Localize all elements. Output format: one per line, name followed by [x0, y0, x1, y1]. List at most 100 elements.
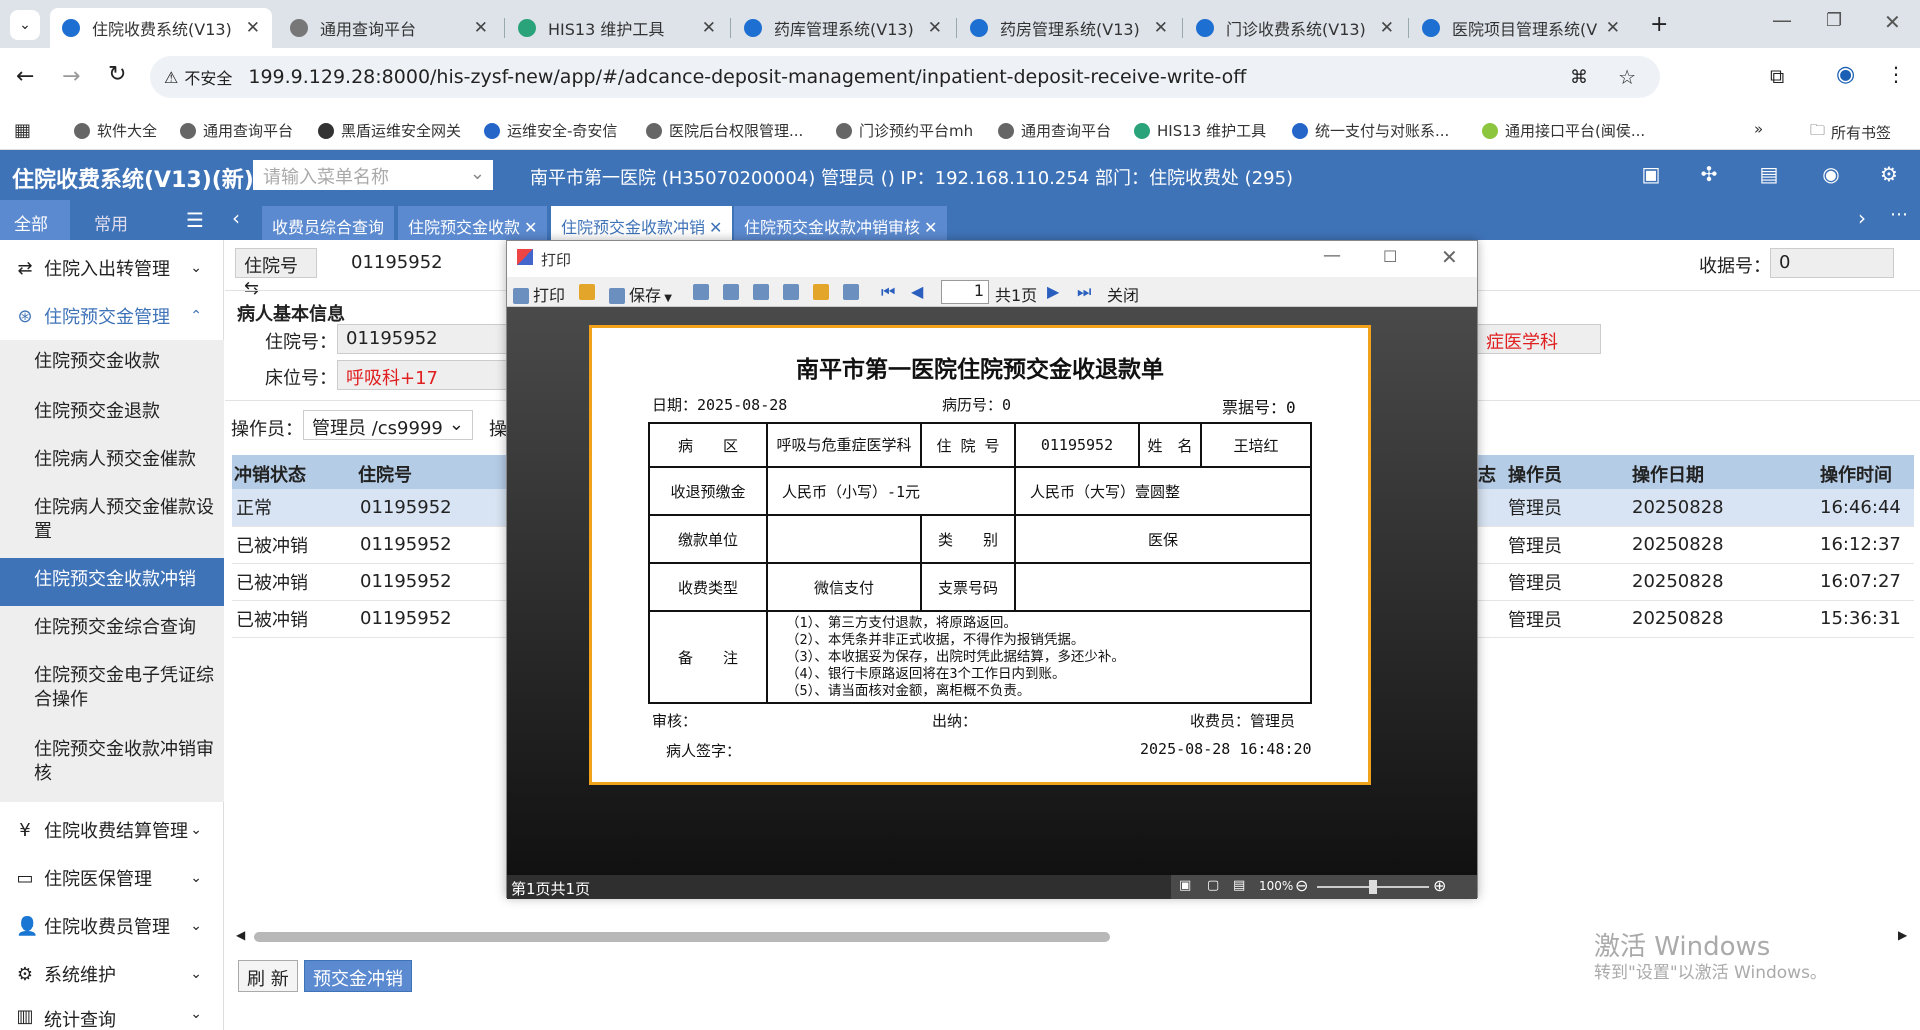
- eye-icon[interactable]: ◉: [1818, 162, 1844, 188]
- bookmark-1[interactable]: 软件大全: [74, 120, 157, 141]
- apps-grid-icon[interactable]: ▦: [14, 120, 31, 141]
- close-icon[interactable]: ✕: [924, 218, 937, 237]
- bookmark-10[interactable]: 通用接口平台(闽侯...: [1482, 120, 1645, 141]
- print-button[interactable]: 打印: [513, 282, 565, 306]
- bookmark-3[interactable]: 黑盾运维安全网关: [318, 120, 461, 141]
- tabs-more-icon[interactable]: ⋯: [1890, 204, 1908, 225]
- sidebar-item-deposit-urge[interactable]: 住院病人预交金催款: [0, 438, 224, 486]
- table-row[interactable]: 管理员 20250828 16:12:37: [1478, 526, 1914, 564]
- browser-tab-zysf[interactable]: 住院收费系统(V13) ✕: [50, 8, 272, 48]
- edit-icon[interactable]: [813, 282, 833, 301]
- open-folder-icon[interactable]: [579, 282, 599, 301]
- close-icon[interactable]: ✕: [524, 218, 537, 237]
- browser-tab-his13[interactable]: HIS13 维护工具 ✕: [506, 8, 728, 48]
- sidebar-group-stats[interactable]: ▥ 统计查询 ⌄: [0, 998, 224, 1030]
- view-icon[interactable]: ▤: [1233, 878, 1245, 893]
- query-value-input[interactable]: 01195952: [351, 252, 443, 273]
- col-flag[interactable]: 志: [1478, 461, 1496, 487]
- next-page-icon[interactable]: ▶: [1047, 282, 1059, 301]
- profile-icon[interactable]: ◉: [1836, 62, 1855, 87]
- receipt-input[interactable]: 0: [1770, 248, 1894, 278]
- tab-search-button[interactable]: ⌄: [10, 10, 40, 40]
- close-icon[interactable]: ✕: [928, 18, 942, 38]
- tabs-next-icon[interactable]: ›: [1858, 206, 1866, 230]
- close-window-button[interactable]: ✕: [1884, 10, 1901, 34]
- table-row[interactable]: 已被冲销 01195952: [232, 526, 507, 564]
- bed-input[interactable]: 呼吸科+17: [337, 360, 507, 390]
- browser-tab-xiangmu[interactable]: 医院项目管理系统(V ✕: [1410, 8, 1632, 48]
- translate-icon[interactable]: ⌘: [1570, 67, 1588, 88]
- menu-collapse-icon[interactable]: ☰: [186, 208, 204, 232]
- horizontal-scrollbar[interactable]: [254, 932, 1110, 942]
- table-row[interactable]: 管理员 20250828 16:46:44: [1478, 489, 1914, 527]
- col-operator[interactable]: 操作员: [1508, 461, 1562, 487]
- col-op-time[interactable]: 操作时间: [1820, 461, 1892, 487]
- tab-cashier-query[interactable]: 收费员综合查询: [262, 206, 395, 240]
- screen-icon[interactable]: ▣: [1638, 162, 1664, 188]
- zoom-out-icon[interactable]: ⊖: [1295, 876, 1308, 895]
- scroll-left-icon[interactable]: ◀: [236, 928, 245, 942]
- bookmark-8[interactable]: HIS13 维护工具: [1134, 120, 1266, 141]
- close-icon[interactable]: ✕: [1441, 245, 1458, 269]
- bookmark-6[interactable]: 门诊预约平台mh: [836, 120, 973, 141]
- bookmark-4[interactable]: 运维安全-奇安信: [484, 120, 617, 141]
- minimize-window-button[interactable]: —: [1772, 8, 1792, 32]
- inpatient-input[interactable]: 01195952: [337, 324, 507, 354]
- forward-icon[interactable]: →: [62, 64, 80, 89]
- sidebar-group-insurance[interactable]: ▭ 住院医保管理 ⌄: [0, 854, 224, 902]
- col-inpatient-no[interactable]: 住院号: [358, 461, 412, 487]
- deposit-writeoff-button[interactable]: 预交金冲销: [304, 960, 412, 992]
- url-text[interactable]: 199.9.129.28:8000/his-zysf-new/app/#/adc…: [248, 66, 1246, 88]
- sidebar-group-settlement[interactable]: ¥ 住院收费结算管理 ⌄: [0, 806, 224, 854]
- zoom-slider-thumb[interactable]: [1369, 880, 1377, 894]
- restore-window-button[interactable]: ❐: [1826, 10, 1842, 31]
- warning-icon[interactable]: ⚠: [164, 68, 178, 87]
- view-icon[interactable]: ▢: [1207, 878, 1219, 893]
- close-icon[interactable]: ✕: [709, 218, 722, 237]
- url-omnibox[interactable]: ⚠ 不安全 199.9.129.28:8000/his-zysf-new/app…: [150, 56, 1660, 98]
- menu-search-input[interactable]: 请输入菜单名称 ⌄: [253, 160, 493, 190]
- page-setup-icon[interactable]: [843, 282, 863, 301]
- last-page-icon[interactable]: ⏭: [1077, 282, 1091, 302]
- table-row[interactable]: 管理员 20250828 15:36:31: [1478, 600, 1914, 638]
- browser-menu-icon[interactable]: ⋮: [1886, 62, 1906, 86]
- sidebar-group-system[interactable]: ⚙ 系统维护 ⌄: [0, 950, 224, 998]
- sidebar-item-deposit-refund[interactable]: 住院预交金退款: [0, 390, 224, 438]
- table-row[interactable]: 已被冲销 01195952: [232, 563, 507, 601]
- page-number-input[interactable]: 1: [941, 280, 989, 304]
- zoom-in-icon[interactable]: ⊕: [1433, 876, 1446, 895]
- dept-input[interactable]: 症医学科: [1477, 324, 1601, 354]
- tab-deposit-receive[interactable]: 住院预交金收款 ✕: [398, 206, 548, 240]
- minimize-icon[interactable]: —: [1323, 245, 1341, 266]
- table-row[interactable]: 已被冲销 01195952: [232, 600, 507, 638]
- sidebar-item-deposit-writeoff[interactable]: 住院预交金收款冲销: [0, 558, 224, 606]
- browser-tab-query[interactable]: 通用查询平台 ✕: [278, 8, 500, 48]
- zoom-icon[interactable]: [783, 282, 803, 301]
- sidebar-group-admission[interactable]: ⇄ 住院入出转管理 ⌄: [0, 244, 224, 292]
- browser-tab-yaofang[interactable]: 药房管理系统(V13) ✕: [958, 8, 1180, 48]
- document-icon[interactable]: ▤: [1756, 162, 1782, 188]
- sidebar-item-deposit-receive[interactable]: 住院预交金收款: [0, 340, 224, 390]
- table-row[interactable]: 正常 01195952: [232, 489, 507, 527]
- layout-icon[interactable]: [753, 282, 773, 301]
- gear-icon[interactable]: ⚙: [1876, 162, 1902, 188]
- menu-tab-all-label[interactable]: 全部: [14, 210, 48, 235]
- email-icon[interactable]: [693, 282, 713, 301]
- close-icon[interactable]: ✕: [1380, 18, 1394, 38]
- find-icon[interactable]: [723, 282, 743, 301]
- first-page-icon[interactable]: ⏮: [881, 282, 895, 302]
- view-icon[interactable]: ▣: [1179, 878, 1191, 893]
- star-icon[interactable]: ☆: [1618, 65, 1636, 89]
- browser-tab-menzhen[interactable]: 门诊收费系统(V13) ✕: [1184, 8, 1406, 48]
- col-status[interactable]: 冲销状态: [234, 461, 306, 487]
- sidebar-item-deposit-urge-setting[interactable]: 住院病人预交金催款设置: [0, 486, 224, 558]
- bookmark-2[interactable]: 通用查询平台: [180, 120, 293, 141]
- bookmark-9[interactable]: 统一支付与对账系...: [1292, 120, 1449, 141]
- col-op-date[interactable]: 操作日期: [1632, 461, 1704, 487]
- close-icon[interactable]: ✕: [1154, 18, 1168, 38]
- sidebar-group-cashier[interactable]: 👤 住院收费员管理 ⌄: [0, 902, 224, 950]
- table-row[interactable]: 管理员 20250828 16:07:27: [1478, 563, 1914, 601]
- scroll-right-icon[interactable]: ▶: [1898, 928, 1907, 942]
- security-label[interactable]: 不安全: [184, 65, 232, 89]
- all-bookmarks[interactable]: 🗀 所有书签: [1810, 120, 1891, 145]
